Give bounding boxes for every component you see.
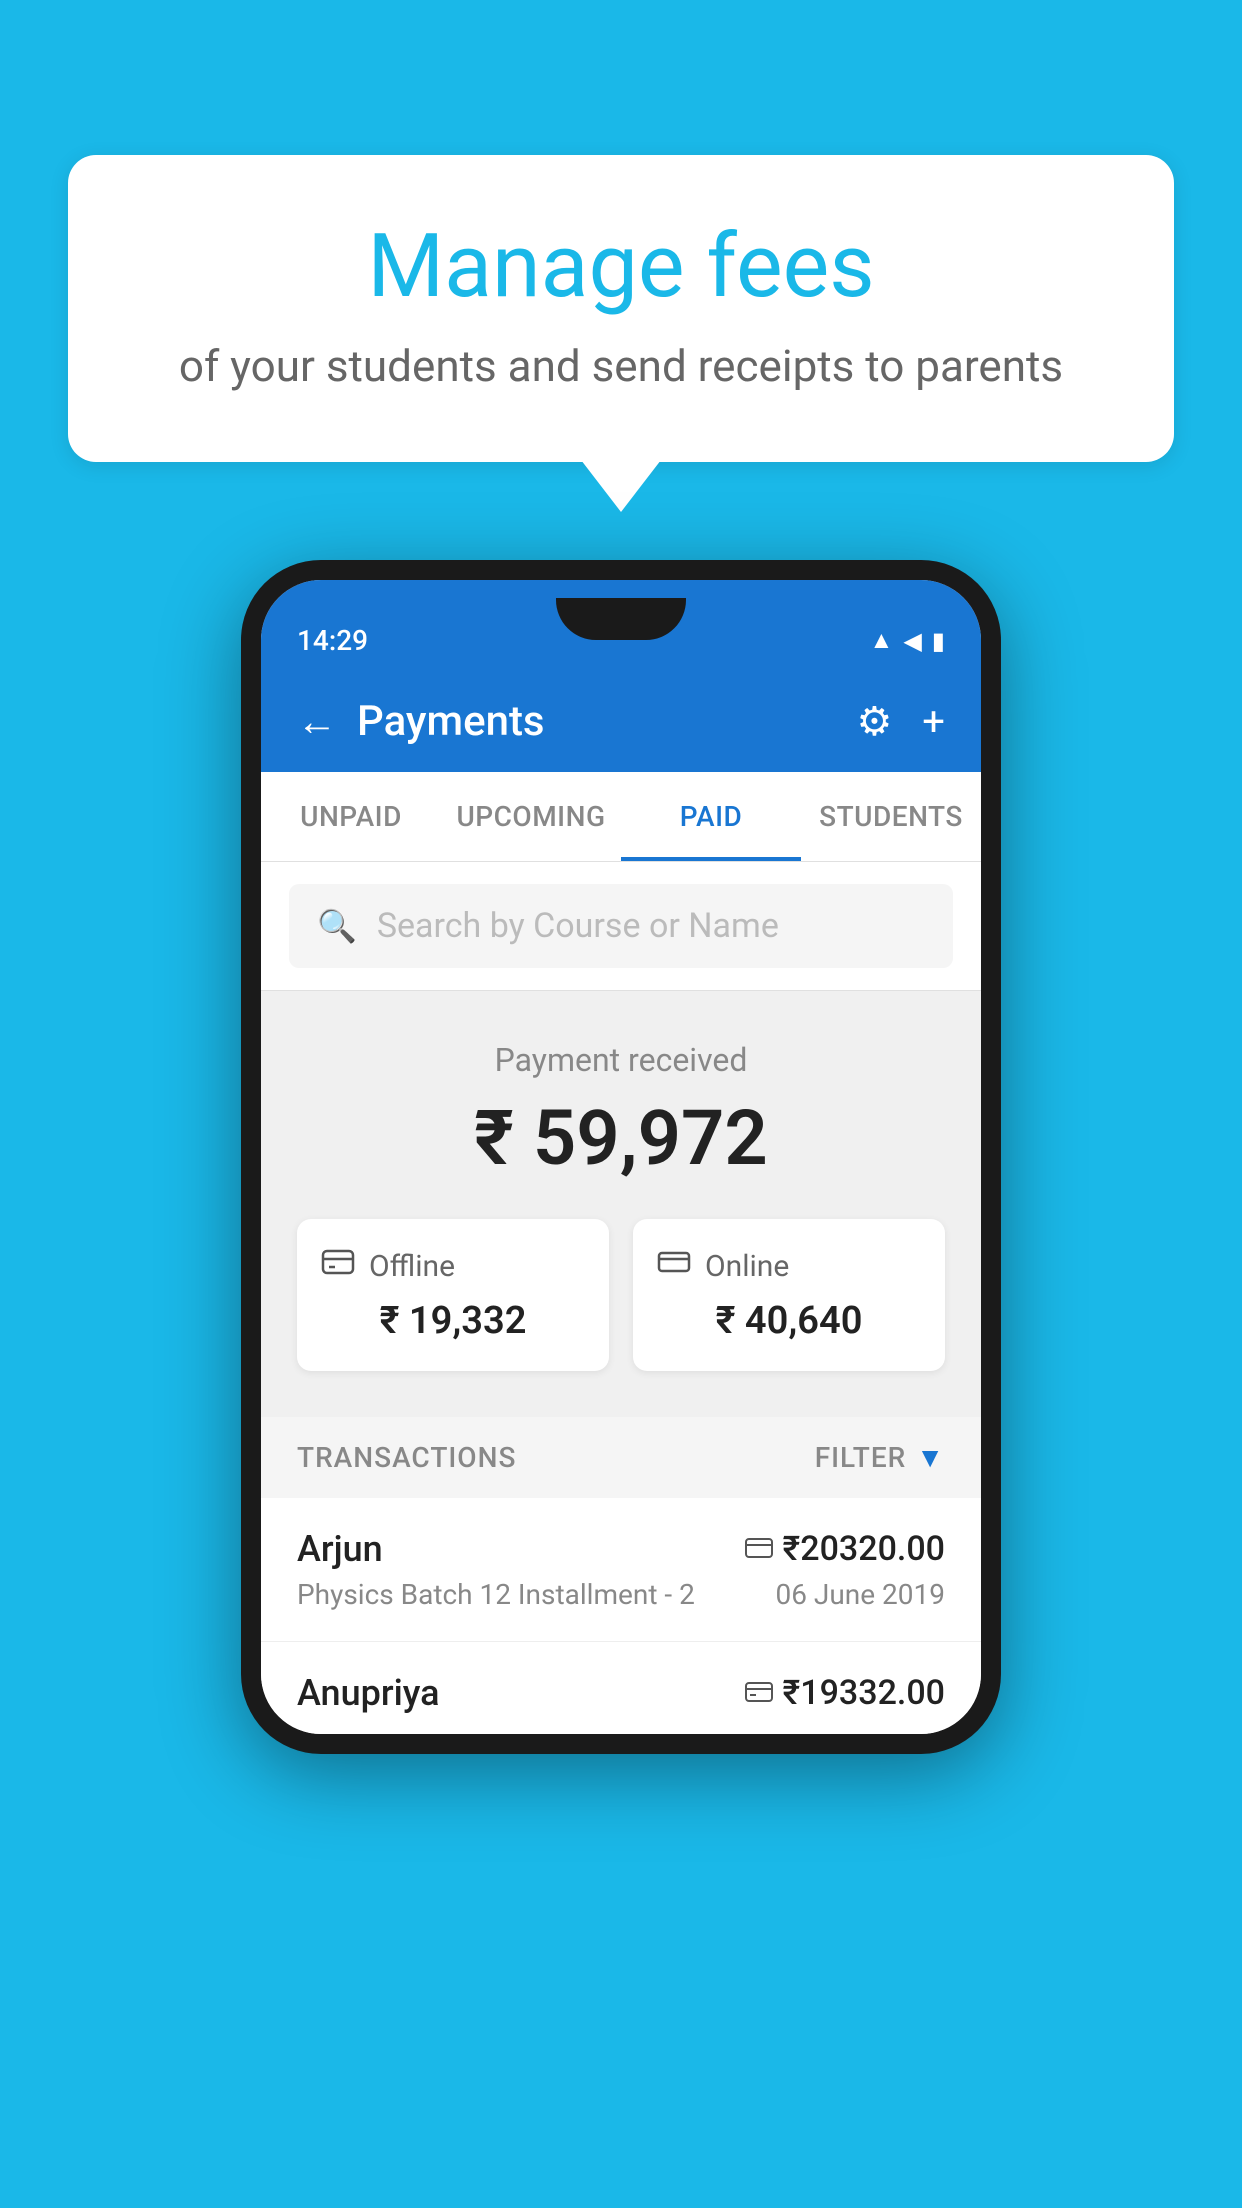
phone-screen: 14:29 ▲ ◀ ▮ ← Payments ⚙ + [261, 580, 981, 1734]
header-right: ⚙ + [856, 698, 945, 745]
battery-icon: ▮ [932, 627, 945, 655]
speech-bubble-heading: Manage fees [148, 215, 1094, 318]
search-bar[interactable]: 🔍 Search by Course or Name [289, 884, 953, 968]
back-button[interactable]: ← [297, 698, 337, 745]
header-left: ← Payments [297, 697, 545, 746]
speech-bubble: Manage fees of your students and send re… [68, 155, 1174, 462]
tab-unpaid[interactable]: UNPAID [261, 772, 441, 861]
transaction-amount-2: ₹19332.00 [783, 1673, 945, 1713]
tab-paid[interactable]: PAID [621, 772, 801, 861]
add-icon[interactable]: + [922, 698, 945, 745]
online-card: Online ₹ 40,640 [633, 1219, 945, 1371]
speech-bubble-container: Manage fees of your students and send re… [68, 155, 1174, 462]
online-icon [657, 1247, 691, 1285]
background: Manage fees of your students and send re… [0, 0, 1242, 2208]
transaction-top-partial: Anupriya ₹19332.00 [297, 1672, 945, 1714]
app-header: ← Payments ⚙ + [261, 671, 981, 772]
filter-label: FILTER [815, 1441, 907, 1474]
online-label: Online [705, 1249, 789, 1284]
transactions-label: TRANSACTIONS [297, 1441, 516, 1474]
header-title: Payments [357, 697, 545, 746]
offline-card: Offline ₹ 19,332 [297, 1219, 609, 1371]
payment-received-label: Payment received [297, 1041, 945, 1079]
payment-cards-row: Offline ₹ 19,332 Online ₹ 40,640 [297, 1219, 945, 1381]
transaction-name: Arjun [297, 1528, 383, 1570]
status-bar [261, 580, 981, 610]
signal-icon: ◀ [903, 627, 921, 655]
transaction-bottom: Physics Batch 12 Installment - 2 06 June… [297, 1578, 945, 1611]
transaction-name-2: Anupriya [297, 1672, 440, 1714]
tabs-container: UNPAID UPCOMING PAID STUDENTS [261, 772, 981, 862]
search-placeholder: Search by Course or Name [377, 906, 779, 946]
filter-button[interactable]: FILTER ▼ [815, 1441, 945, 1474]
payment-total-amount: ₹ 59,972 [297, 1093, 945, 1183]
transaction-course: Physics Batch 12 Installment - 2 [297, 1578, 695, 1611]
tab-students[interactable]: STUDENTS [801, 772, 981, 861]
tab-upcoming[interactable]: UPCOMING [441, 772, 621, 861]
status-icons: ▲ ◀ ▮ [870, 626, 945, 655]
transactions-header: TRANSACTIONS FILTER ▼ [261, 1417, 981, 1498]
speech-bubble-subtext: of your students and send receipts to pa… [148, 340, 1094, 392]
offline-card-header: Offline [321, 1247, 585, 1285]
offline-label: Offline [369, 1249, 455, 1284]
transaction-payment-icon-2 [745, 1677, 773, 1710]
transaction-amount-wrap: ₹20320.00 [745, 1529, 945, 1569]
transaction-top: Arjun ₹20320.00 [297, 1528, 945, 1570]
filter-icon: ▼ [916, 1441, 945, 1474]
online-amount: ₹ 40,640 [657, 1299, 921, 1343]
transaction-row[interactable]: Arjun ₹20320.00 Physics Batch 12 Install… [261, 1498, 981, 1642]
transaction-amount: ₹20320.00 [783, 1529, 945, 1569]
phone-notch [556, 598, 686, 640]
transaction-row-partial[interactable]: Anupriya ₹19332.00 [261, 1642, 981, 1734]
status-time: 14:29 [297, 624, 368, 657]
payment-summary: Payment received ₹ 59,972 Offline ₹ 19,3… [261, 991, 981, 1417]
offline-icon [321, 1247, 355, 1285]
offline-amount: ₹ 19,332 [321, 1299, 585, 1343]
wifi-icon: ▲ [870, 626, 894, 655]
settings-icon[interactable]: ⚙ [856, 698, 892, 745]
transaction-date: 06 June 2019 [775, 1578, 945, 1611]
phone-frame: 14:29 ▲ ◀ ▮ ← Payments ⚙ + [241, 560, 1001, 1754]
transaction-payment-icon [745, 1533, 773, 1566]
search-icon: 🔍 [317, 907, 357, 945]
search-container: 🔍 Search by Course or Name [261, 862, 981, 991]
online-card-header: Online [657, 1247, 921, 1285]
transaction-amount-wrap-2: ₹19332.00 [745, 1673, 945, 1713]
